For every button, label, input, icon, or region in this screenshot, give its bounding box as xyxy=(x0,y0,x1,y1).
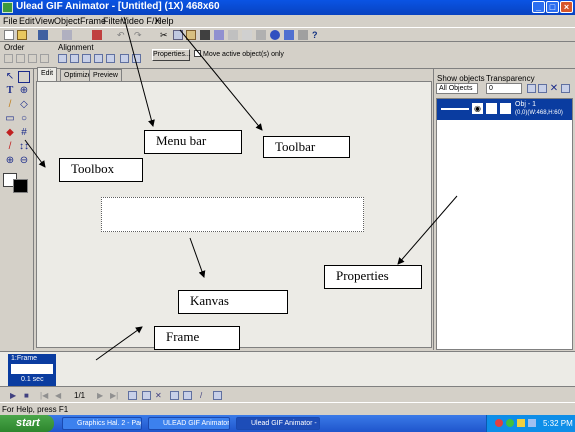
arrow-kanvas xyxy=(189,237,206,278)
annotation-arrows xyxy=(24,16,458,361)
arrow-toolbar xyxy=(179,29,263,131)
arrow-properties xyxy=(397,195,458,265)
arrow-toolbox xyxy=(24,139,46,168)
arrow-menu-bar xyxy=(123,16,155,127)
arrow-frame xyxy=(95,326,143,361)
